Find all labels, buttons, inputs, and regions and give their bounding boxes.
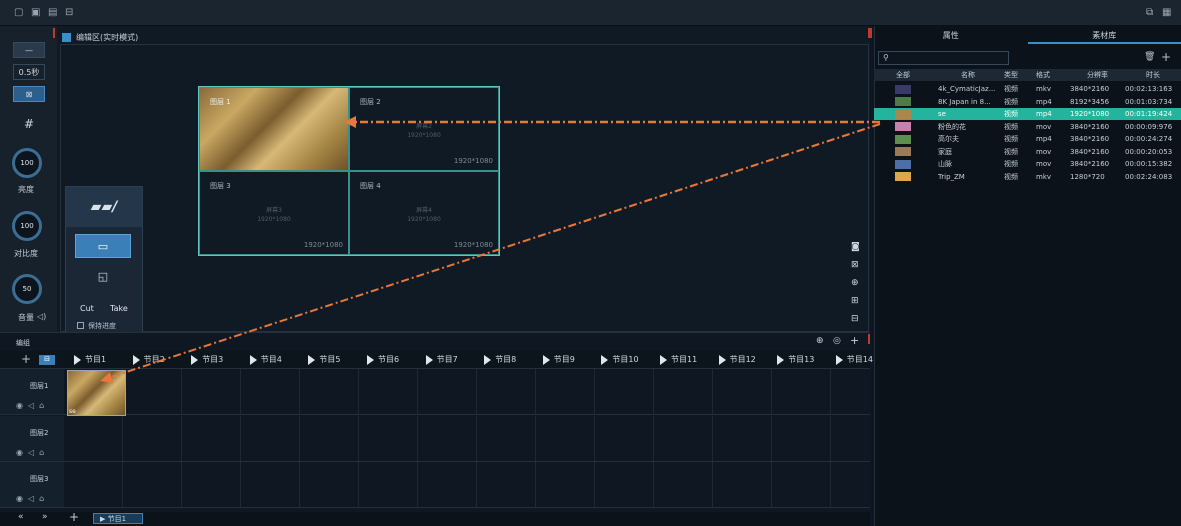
arrow-head: [100, 372, 113, 383]
bottom-program-label: 节目1: [107, 515, 127, 523]
rewind-icon[interactable]: «: [18, 512, 24, 522]
add-icon[interactable]: +: [69, 510, 79, 524]
arrow-to-timeline: [107, 123, 881, 379]
drag-arrows: [100, 116, 881, 383]
forward-icon[interactable]: »: [42, 512, 48, 522]
bottom-program-tab[interactable]: ▶ 节目1: [93, 513, 143, 524]
arrow-head: [344, 116, 356, 128]
bottom-bar: « » + ▶ 节目1: [0, 510, 870, 526]
